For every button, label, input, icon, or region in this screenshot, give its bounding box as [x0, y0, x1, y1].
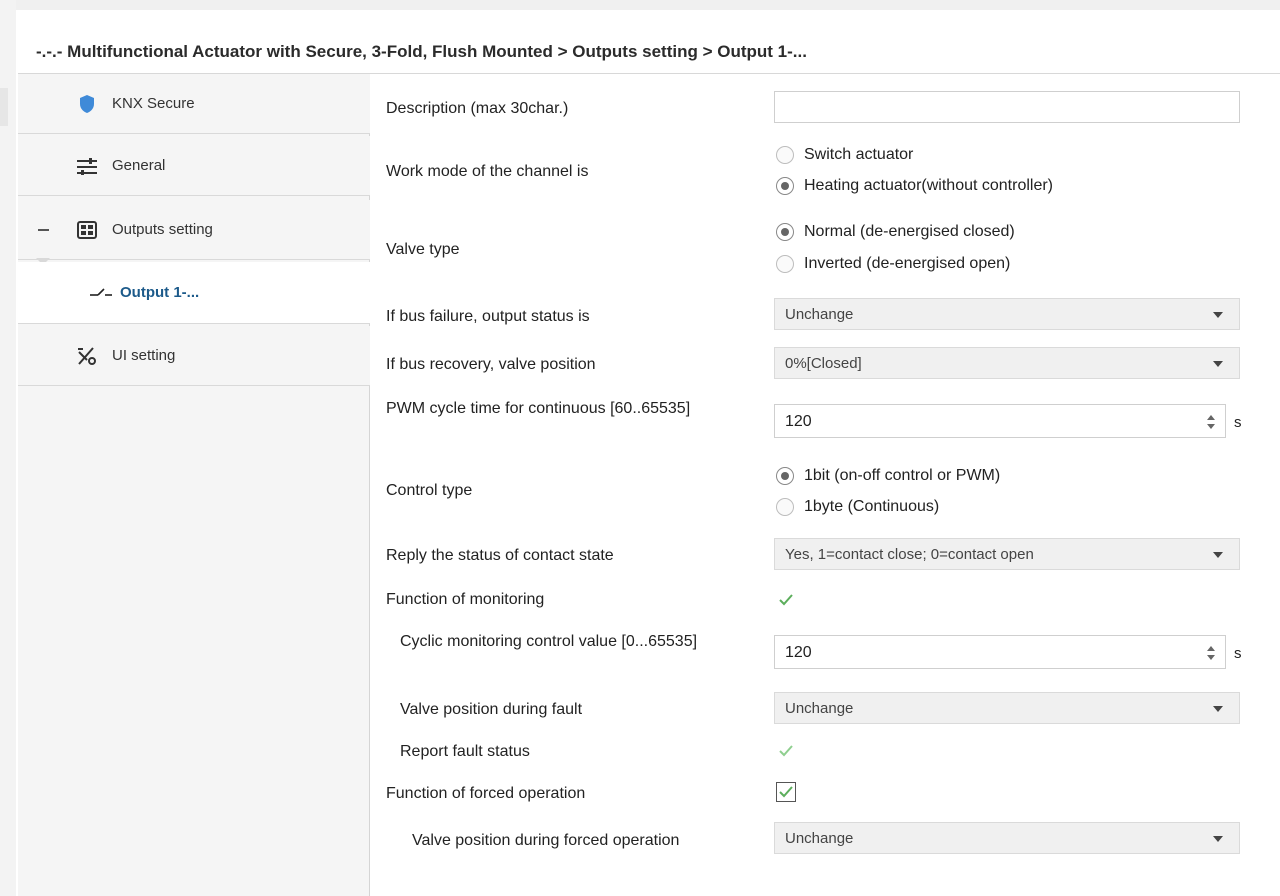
radio-label: Heating actuator(without controller)	[804, 177, 1054, 194]
sidebar-item-label: UI setting	[112, 347, 176, 364]
valve-fault-label: Valve position during fault	[400, 701, 583, 718]
select-value: Unchange	[785, 700, 854, 717]
radio-circle[interactable]	[776, 146, 794, 164]
chevron-down-icon	[1213, 706, 1223, 712]
control-type-1bit-radio[interactable]: 1bit (on-off control or PWM)	[776, 467, 1000, 485]
radio-label: Switch actuator	[804, 146, 914, 163]
control-type-1byte-radio[interactable]: 1byte (Continuous)	[776, 498, 939, 516]
breadcrumb-header: -.-.- Multifunctional Actuator with Secu…	[18, 30, 1280, 74]
sidebar-item-outputs-setting[interactable]: Outputs setting	[18, 200, 370, 265]
bus-recovery-label: If bus recovery, valve position	[386, 356, 596, 373]
control-type-label: Control type	[386, 482, 473, 499]
monitoring-checkbox[interactable]	[776, 590, 796, 610]
radio-label: 1bit (on-off control or PWM)	[804, 467, 1001, 484]
bus-failure-select[interactable]: Unchange	[774, 298, 1240, 330]
work-mode-label: Work mode of the channel is	[386, 163, 589, 180]
check-icon	[779, 786, 793, 798]
stepper-up-icon[interactable]	[1207, 646, 1215, 651]
page-title: -.-.- Multifunctional Actuator with Secu…	[36, 42, 807, 61]
radio-circle[interactable]	[776, 467, 794, 485]
window-left-strip	[0, 0, 16, 896]
work-mode-switch-radio[interactable]: Switch actuator	[776, 146, 913, 164]
radio-label: Inverted (de-energised open)	[804, 255, 1011, 272]
switch-contact-icon	[90, 282, 112, 304]
work-mode-heating-radio[interactable]: Heating actuator(without controller)	[776, 177, 1053, 195]
parameter-panel: Description (max 30char.) Work mode of t…	[370, 74, 1280, 896]
stepper-value: 120	[785, 644, 812, 661]
select-value: Unchange	[785, 830, 854, 847]
sliders-icon	[76, 155, 98, 177]
select-value: Yes, 1=contact close; 0=contact open	[785, 546, 1034, 563]
sidebar-item-ui-setting[interactable]: UI setting	[18, 326, 370, 386]
radio-label: Normal (de-energised closed)	[804, 223, 1015, 240]
radio-circle[interactable]	[776, 255, 794, 273]
sidebar: KNX Secure General Outputs setting Outpu…	[18, 74, 370, 896]
sidebar-item-label: Outputs setting	[112, 221, 213, 238]
cyclic-monitoring-unit: s	[1234, 645, 1242, 662]
description-label: Description (max 30char.)	[386, 100, 569, 117]
valve-forced-select[interactable]: Unchange	[774, 822, 1240, 854]
chevron-down-icon	[1213, 312, 1223, 318]
cyclic-monitoring-stepper[interactable]: 120	[774, 635, 1226, 669]
sidebar-item-label: Output 1-...	[120, 284, 200, 301]
valve-forced-label: Valve position during forced operation	[412, 832, 680, 849]
sidebar-item-general[interactable]: General	[18, 136, 370, 196]
select-value: 0%[Closed]	[785, 355, 862, 372]
check-icon	[779, 745, 793, 757]
stepper-down-icon[interactable]	[1207, 424, 1215, 429]
radio-label: 1byte (Continuous)	[804, 498, 940, 515]
reply-status-select[interactable]: Yes, 1=contact close; 0=contact open	[774, 538, 1240, 570]
pwm-cycle-label: PWM cycle time for continuous [60..65535…	[386, 400, 691, 417]
collapse-icon[interactable]	[38, 229, 49, 231]
chevron-down-icon	[1213, 361, 1223, 367]
bus-recovery-select[interactable]: 0%[Closed]	[774, 347, 1240, 379]
stepper-down-icon[interactable]	[1207, 655, 1215, 660]
radio-circle[interactable]	[776, 498, 794, 516]
shield-icon	[76, 93, 98, 115]
radio-circle[interactable]	[776, 177, 794, 195]
forced-operation-checkbox[interactable]	[776, 782, 796, 802]
sidebar-item-label: General	[112, 157, 166, 174]
ui-tools-icon	[76, 345, 98, 367]
bus-failure-label: If bus failure, output status is	[386, 308, 590, 325]
select-value: Unchange	[785, 306, 854, 323]
pwm-cycle-stepper[interactable]: 120	[774, 404, 1226, 438]
sidebar-item-label: KNX Secure	[112, 95, 195, 112]
grid-panel-icon	[76, 219, 98, 241]
sidebar-item-output-1[interactable]: Output 1-...	[18, 262, 370, 324]
reply-status-label: Reply the status of contact state	[386, 547, 614, 564]
window-top-strip	[0, 0, 1280, 10]
report-fault-label: Report fault status	[400, 743, 530, 760]
monitoring-label: Function of monitoring	[386, 591, 545, 608]
sidebar-item-knx-secure[interactable]: KNX Secure	[18, 74, 370, 134]
valve-type-normal-radio[interactable]: Normal (de-energised closed)	[776, 223, 1015, 241]
check-icon	[779, 594, 793, 606]
valve-type-inverted-radio[interactable]: Inverted (de-energised open)	[776, 255, 1010, 273]
description-input[interactable]	[774, 91, 1240, 123]
valve-type-label: Valve type	[386, 241, 460, 258]
pwm-cycle-unit: s	[1234, 414, 1242, 431]
chevron-down-icon	[1213, 552, 1223, 558]
forced-operation-label: Function of forced operation	[386, 785, 586, 802]
chevron-down-icon	[1213, 836, 1223, 842]
stepper-up-icon[interactable]	[1207, 415, 1215, 420]
valve-fault-select[interactable]: Unchange	[774, 692, 1240, 724]
stepper-value: 120	[785, 413, 812, 430]
cyclic-monitoring-label: Cyclic monitoring control value [0...655…	[400, 633, 698, 650]
report-fault-checkbox[interactable]	[776, 741, 796, 761]
left-strip-mark	[0, 88, 8, 126]
radio-circle[interactable]	[776, 223, 794, 241]
